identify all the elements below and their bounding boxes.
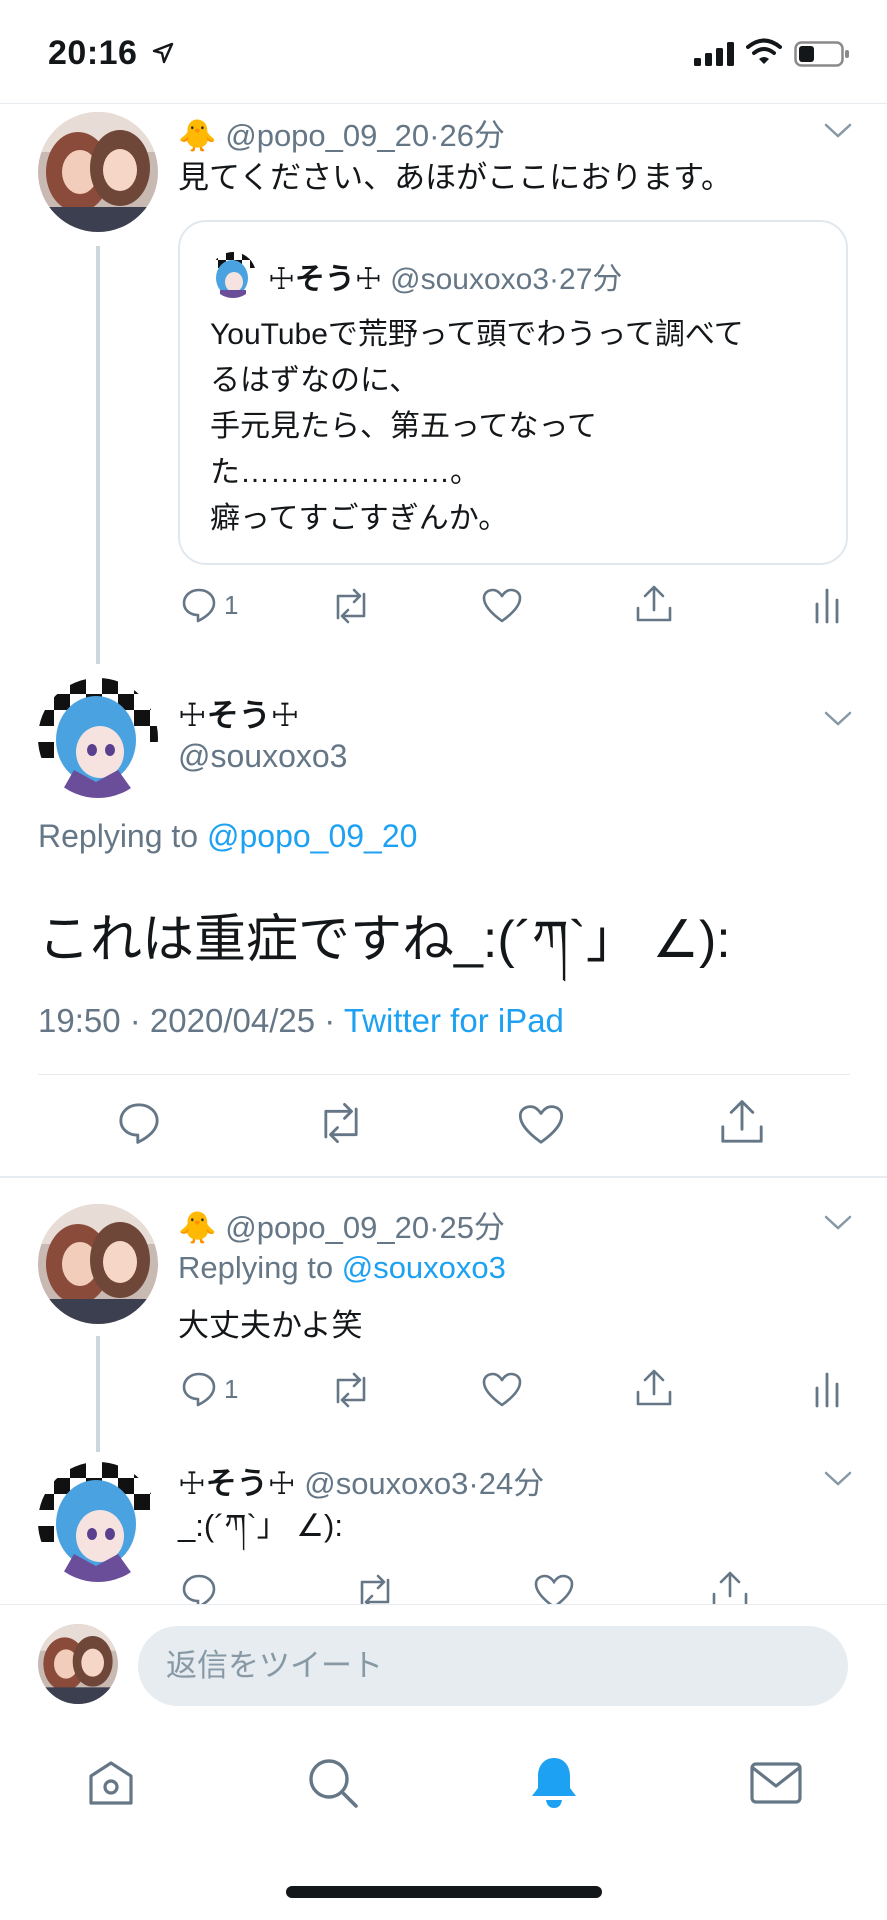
user-handle: @souxoxo3 [390, 263, 550, 296]
tweet-meta: 19:50 · 2020/04/25 · Twitter for iPad [38, 1002, 564, 1039]
display-name[interactable]: ☩そう☩ [178, 690, 299, 736]
avatar [38, 1624, 118, 1704]
replying-to: Replying to @popo_09_20 [38, 818, 418, 854]
tweet-text: 見てください、あほがここにおります。 [178, 160, 732, 195]
chevron-down-icon[interactable] [824, 1214, 852, 1232]
wifi-icon [746, 38, 782, 64]
retweet-icon[interactable] [330, 588, 372, 624]
notifications-bell-icon[interactable] [528, 1754, 580, 1810]
battery-icon [794, 41, 849, 67]
reply-icon[interactable] [116, 1100, 162, 1146]
thread-line [96, 1336, 100, 1452]
tweet-text: _:(´ཀ`」 ∠): [178, 1508, 343, 1543]
cellular-signal-icon [694, 42, 734, 66]
retweet-icon[interactable] [354, 1574, 396, 1604]
tweet-age: 24分 [478, 1466, 545, 1501]
divider [0, 1176, 887, 1178]
tweet-header: 🐥 @popo_09_20·26分 [178, 118, 505, 153]
tweet-header: ☩そう☩ @souxoxo3·24分 [178, 1466, 545, 1501]
divider [38, 1074, 850, 1075]
replying-to-handle[interactable]: @souxoxo3 [342, 1250, 506, 1285]
tweet-time: 19:50 [38, 1002, 121, 1039]
analytics-icon[interactable] [814, 586, 840, 624]
share-icon[interactable] [718, 1098, 766, 1146]
replying-to: Replying to @souxoxo3 [178, 1250, 506, 1285]
partial-actions [0, 1570, 887, 1604]
tweet-age: 26分 [439, 118, 505, 153]
location-arrow-icon [152, 42, 174, 64]
reply-button[interactable]: 1 [180, 586, 238, 624]
user-handle[interactable]: @souxoxo3 [304, 1466, 468, 1501]
user-handle[interactable]: @popo_09_20 [225, 118, 429, 153]
chevron-down-icon[interactable] [824, 1470, 852, 1488]
share-icon[interactable] [634, 1368, 674, 1408]
home-indicator [286, 1886, 602, 1898]
reply-count: 1 [224, 1373, 239, 1404]
chevron-down-icon[interactable] [824, 710, 852, 728]
user-handle[interactable]: @popo_09_20 [225, 1210, 429, 1245]
status-bar: 20:16 [0, 0, 887, 104]
reply-icon [182, 588, 216, 623]
retweet-icon[interactable] [330, 1372, 372, 1408]
quoted-tweet-text: YouTubeで荒野って頭でわうって調べて るはずなのに、 手元見たら、第五って… [210, 318, 744, 535]
tweet-age: 25分 [439, 1210, 505, 1245]
share-icon[interactable] [710, 1570, 750, 1604]
emoji-name: 🐥 [178, 118, 217, 153]
home-icon[interactable] [86, 1758, 136, 1808]
analytics-icon[interactable] [814, 1370, 840, 1408]
reply-button[interactable]: 1 [180, 1370, 238, 1408]
share-icon[interactable] [634, 584, 674, 624]
reply-icon[interactable] [180, 1572, 218, 1604]
replying-to-handle[interactable]: @popo_09_20 [207, 818, 417, 854]
messages-mail-icon[interactable] [750, 1762, 802, 1804]
tweet-header: 🐥 @popo_09_20·25分 [178, 1210, 505, 1245]
retweet-icon[interactable] [316, 1102, 366, 1144]
avatar[interactable] [38, 678, 158, 798]
reply-count: 1 [224, 589, 239, 620]
thread-line [96, 246, 100, 664]
avatar[interactable] [38, 1462, 158, 1582]
like-icon[interactable] [482, 588, 522, 624]
like-icon[interactable] [534, 1574, 574, 1604]
emoji-name: 🐥 [178, 1210, 217, 1245]
display-name: ☩そう☩ [268, 263, 382, 296]
chevron-down-icon[interactable] [824, 122, 852, 140]
reply-input[interactable]: 返信をツイート [138, 1626, 848, 1706]
status-time: 20:16 [48, 34, 138, 72]
reply-icon [182, 1372, 216, 1407]
tweet-age: 27分 [559, 263, 623, 296]
search-icon[interactable] [306, 1756, 360, 1810]
avatar[interactable] [38, 1204, 158, 1324]
like-icon[interactable] [518, 1104, 564, 1146]
avatar [210, 252, 256, 298]
tweet-date: 2020/04/25 [149, 1002, 316, 1039]
display-name[interactable]: ☩そう☩ [178, 1466, 296, 1501]
like-icon[interactable] [482, 1372, 522, 1408]
client-link[interactable]: Twitter for iPad [344, 1002, 564, 1039]
quoted-tweet-header: ☩そう☩ @souxoxo3·27分 [268, 263, 623, 296]
tweet-text: 大丈夫かよ笑 [178, 1308, 363, 1343]
user-handle[interactable]: @souxoxo3 [178, 738, 347, 775]
quoted-tweet[interactable]: ☩そう☩ @souxoxo3·27分 YouTubeで荒野って頭でわうって調べて… [178, 220, 848, 565]
avatar[interactable] [38, 112, 158, 232]
